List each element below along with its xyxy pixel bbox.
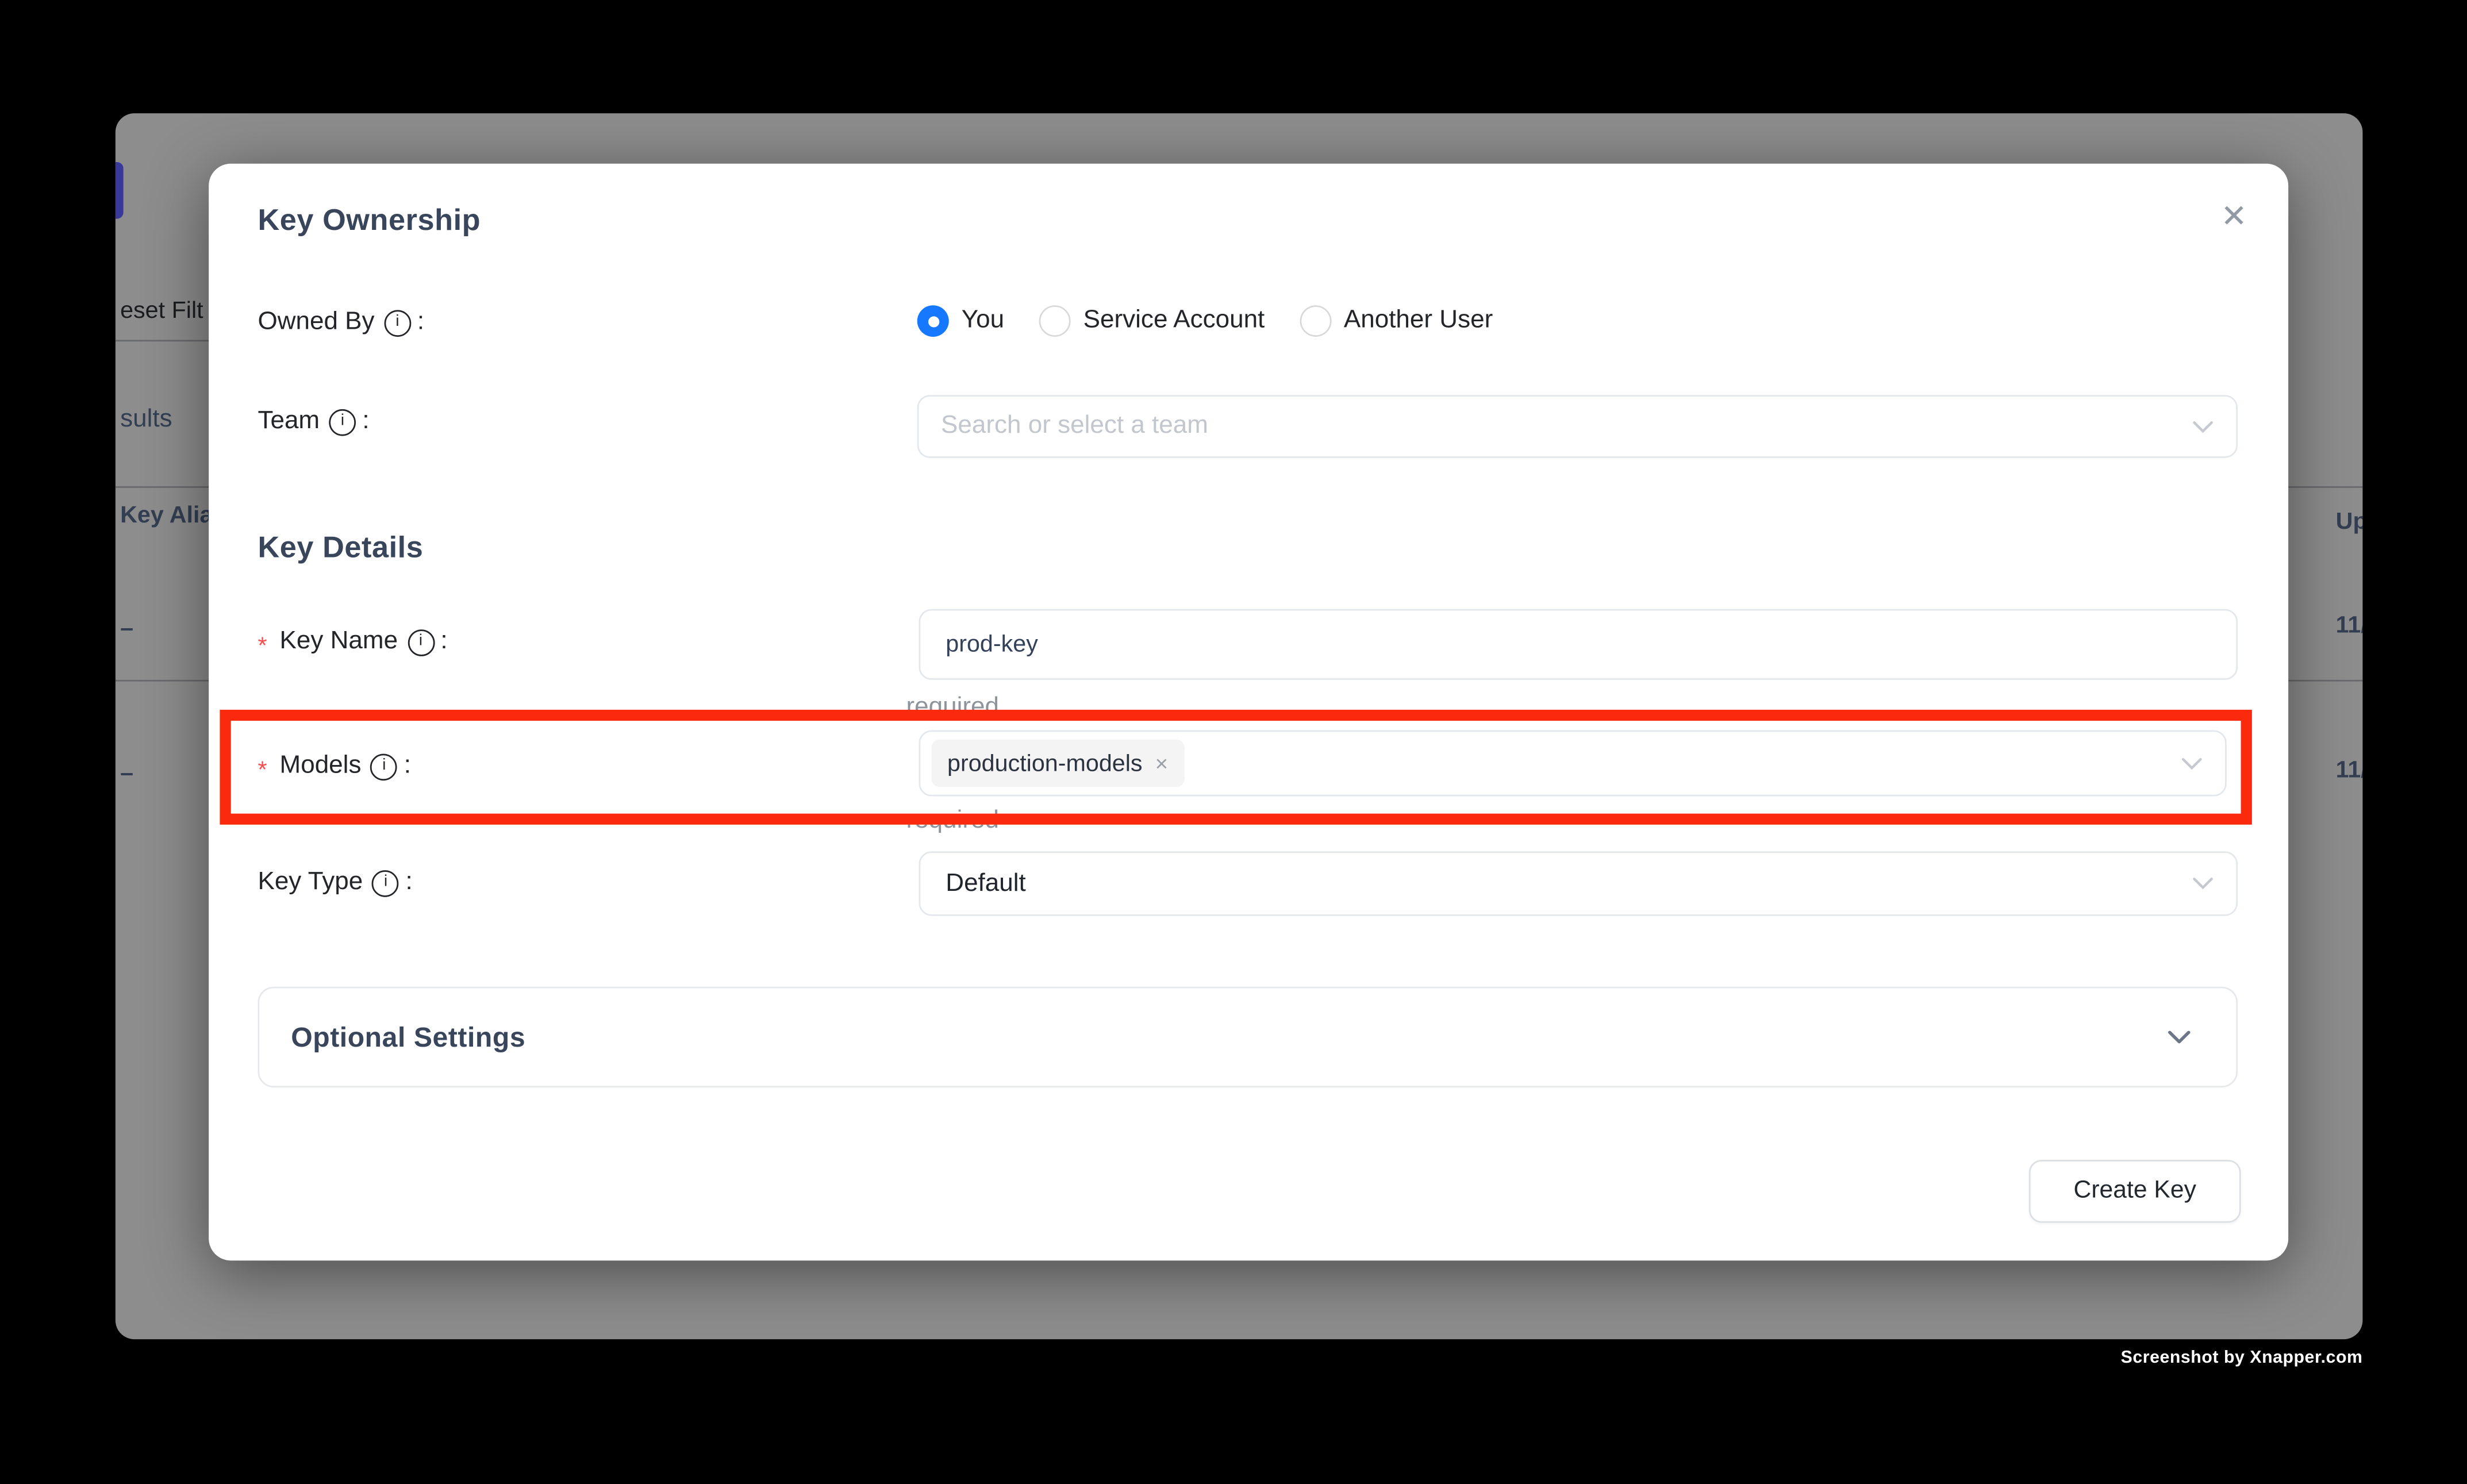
models-select[interactable]: production-models ×: [919, 730, 2227, 796]
radio-unselected-icon[interactable]: [1039, 305, 1071, 337]
screenshot-stage: eset Filt sults Key Alia Up – 11/ – 11/ …: [0, 0, 2467, 1484]
owned-by-label: Owned By i :: [258, 309, 424, 337]
models-label-text: Models: [280, 752, 362, 781]
key-type-value: Default: [946, 870, 1025, 898]
team-select[interactable]: Search or select a team: [917, 395, 2238, 458]
table-header-key-alias: Key Alia: [120, 502, 213, 529]
key-type-colon: :: [405, 868, 412, 897]
models-tag-label: production-models: [947, 750, 1143, 777]
info-icon[interactable]: i: [408, 629, 435, 656]
info-icon[interactable]: i: [384, 309, 411, 336]
models-colon: :: [404, 752, 411, 781]
table-row: –: [120, 616, 133, 643]
key-name-value: prod-key: [946, 631, 1038, 658]
row-divider-right: [2288, 680, 2362, 682]
radio-option-label: Another User: [1344, 307, 1493, 335]
table-row: –: [120, 760, 133, 787]
results-partial-text: sults: [120, 406, 172, 434]
radio-option-you[interactable]: You: [917, 305, 1004, 337]
radio-option-service-account[interactable]: Service Account: [1039, 305, 1265, 337]
models-label: * Models i :: [258, 752, 411, 781]
chevron-down-icon: [2181, 756, 2203, 771]
key-name-label: * Key Name i :: [258, 628, 447, 656]
team-select-placeholder: Search or select a team: [941, 412, 1208, 440]
key-name-required-error: required: [906, 694, 999, 722]
chevron-down-icon: [2192, 420, 2214, 434]
chevron-down-icon: [2192, 876, 2214, 891]
reset-filters-partial-text: eset Filt: [120, 298, 203, 325]
row-divider-left: [116, 680, 209, 682]
team-label: Team i :: [258, 407, 369, 436]
radio-unselected-icon[interactable]: [1300, 305, 1331, 337]
key-type-label: Key Type i :: [258, 868, 412, 897]
models-required-error: required: [906, 808, 999, 836]
key-name-input[interactable]: prod-key: [919, 609, 2238, 680]
info-icon[interactable]: i: [372, 870, 399, 897]
radio-option-label: Service Account: [1083, 307, 1265, 335]
close-icon[interactable]: ✕: [2220, 201, 2247, 233]
tag-remove-icon[interactable]: ×: [1155, 751, 1169, 776]
owned-by-radio-group: You Service Account Another User: [917, 305, 1493, 337]
team-label-text: Team: [258, 407, 320, 436]
key-name-label-text: Key Name: [280, 628, 398, 656]
create-key-modal: ✕ Key Ownership Owned By i : You Service…: [209, 164, 2288, 1260]
key-details-section-title: Key Details: [258, 532, 423, 566]
create-key-button[interactable]: Create Key: [2029, 1160, 2241, 1223]
optional-settings-panel[interactable]: Optional Settings: [258, 987, 2238, 1087]
key-type-select[interactable]: Default: [919, 851, 2238, 916]
table-row: 11/: [2336, 757, 2363, 784]
required-asterisk: *: [258, 632, 267, 659]
table-header-updated: Up: [2336, 508, 2363, 535]
info-icon[interactable]: i: [371, 753, 398, 780]
optional-settings-title: Optional Settings: [291, 1021, 525, 1054]
create-key-button-label: Create Key: [2074, 1177, 2196, 1205]
required-asterisk: *: [258, 756, 267, 783]
radio-option-label: You: [962, 307, 1004, 335]
table-row: 11/: [2336, 612, 2363, 639]
key-ownership-section-title: Key Ownership: [258, 205, 481, 239]
owned-by-label-text: Owned By: [258, 309, 374, 337]
chevron-down-icon[interactable]: [2166, 1029, 2192, 1045]
team-colon: :: [362, 407, 369, 436]
radio-selected-icon[interactable]: [917, 305, 949, 337]
radio-option-another-user[interactable]: Another User: [1300, 305, 1493, 337]
owned-by-colon: :: [417, 309, 424, 337]
key-name-colon: :: [440, 628, 447, 656]
toolbar-divider: [116, 340, 209, 341]
create-key-button-fragment: [116, 162, 124, 219]
table-top-divider-right: [2288, 486, 2362, 488]
models-selected-tag: production-models ×: [932, 740, 1184, 787]
key-type-label-text: Key Type: [258, 868, 363, 897]
table-top-divider-left: [116, 486, 209, 488]
watermark-text: Screenshot by Xnapper.com: [2121, 1349, 2363, 1368]
info-icon[interactable]: i: [329, 409, 356, 436]
